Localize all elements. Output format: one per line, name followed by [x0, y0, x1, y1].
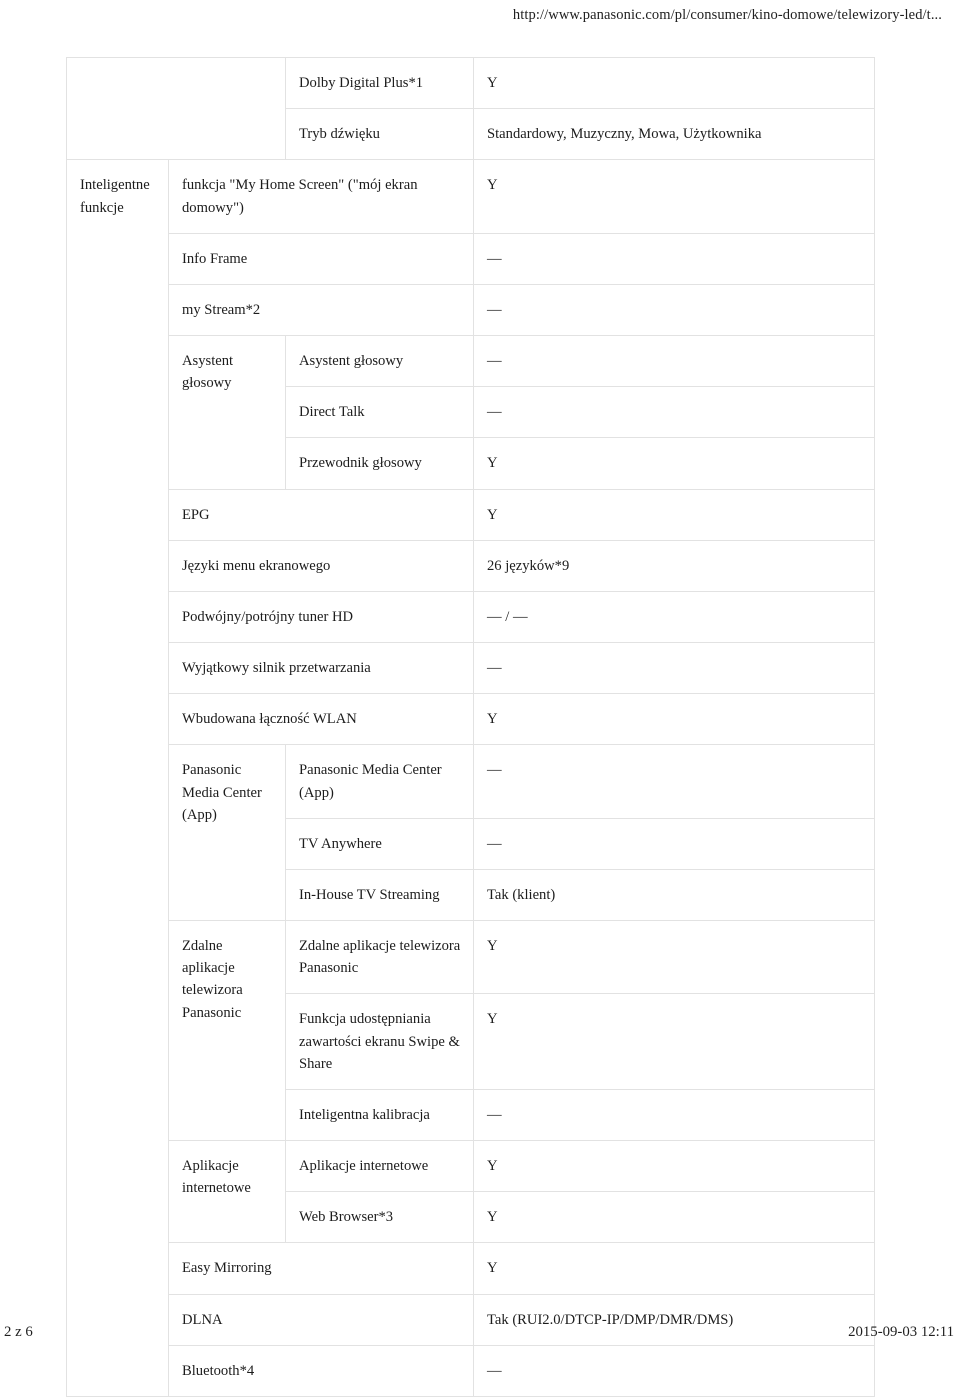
- row-value-zdalne-sub: Y: [473, 920, 875, 995]
- row-label-my-home-screen: funkcja "My Home Screen" ("mój ekran dom…: [168, 159, 474, 234]
- row-label-asystent-glosowy: Asystent głosowy: [285, 335, 474, 388]
- row-label-wlan: Wbudowana łączność WLAN: [168, 693, 474, 746]
- row-value-pmc-app: —: [473, 744, 875, 819]
- row-label-my-stream: my Stream*2: [168, 283, 474, 337]
- row-value-silnik: —: [473, 642, 875, 695]
- group-label-aplikacje-internetowe: Aplikacje internetowe: [168, 1140, 286, 1244]
- row-value-asystent-glosowy: —: [473, 335, 875, 388]
- row-label-direct-talk: Direct Talk: [285, 386, 474, 439]
- row-value-my-stream: —: [473, 283, 875, 337]
- group-label-inteligentne-funkcje: Inteligentne funkcje: [66, 159, 169, 1397]
- row-label-bluetooth: Bluetooth*4: [168, 1344, 474, 1397]
- row-value-tv-anywhere: —: [473, 817, 875, 870]
- row-label-inteligentna-kalibracja: Inteligentna kalibracja: [285, 1088, 474, 1142]
- group-label-panasonic-media-center: Panasonic Media Center (App): [168, 744, 286, 922]
- row-value-jezyki-menu: 26 języków*9: [473, 539, 875, 592]
- row-value-przewodnik-glosowy: Y: [473, 437, 875, 490]
- row-label-easy-mirroring: Easy Mirroring: [168, 1242, 474, 1295]
- specification-table: Dolby Digital Plus*1 Y Tryb dźwięku Stan…: [66, 56, 875, 1397]
- row-label-zdalne-sub: Zdalne aplikacje telewizora Panasonic: [285, 920, 474, 995]
- row-label-pmc-app: Panasonic Media Center (App): [285, 744, 474, 819]
- row-value-swipe-share: Y: [473, 993, 875, 1090]
- table-row: Dolby Digital Plus*1 Y: [66, 56, 875, 161]
- row-label-dolby: Dolby Digital Plus*1: [285, 56, 474, 110]
- row-label-tryb-dzwieku: Tryb dźwięku: [285, 108, 474, 161]
- row-value-epg: Y: [473, 488, 875, 541]
- row-value-in-house: Tak (klient): [473, 868, 875, 922]
- row-label-aplikacje-internetowe-sub: Aplikacje internetowe: [285, 1140, 474, 1193]
- row-value-bluetooth: —: [473, 1344, 875, 1397]
- row-label-info-frame: Info Frame: [168, 232, 474, 285]
- row-label-epg: EPG: [168, 488, 474, 541]
- row-value-dolby: Y: [473, 56, 875, 110]
- row-value-aplikacje-internetowe-sub: Y: [473, 1140, 875, 1193]
- row-value-tuner-hd: — / —: [473, 590, 875, 644]
- table-row: Inteligentne funkcje funkcja "My Home Sc…: [66, 159, 875, 1397]
- row-value-tryb-dzwieku: Standardowy, Muzyczny, Mowa, Użytkownika: [473, 108, 875, 161]
- row-value-web-browser: Y: [473, 1191, 875, 1244]
- row-label-silnik: Wyjątkowy silnik przetwarzania: [168, 642, 474, 695]
- row-value-inteligentna-kalibracja: —: [473, 1088, 875, 1142]
- page-header: http://www.panasonic.com/pl/consumer/kin…: [0, 0, 960, 46]
- page-indicator: 2 z 6: [4, 1324, 33, 1340]
- group-cell-empty: [66, 56, 286, 161]
- table-row: Panasonic Media Center (App) Panasonic M…: [67, 744, 875, 922]
- row-value-my-home-screen: Y: [473, 159, 875, 234]
- row-value-wlan: Y: [473, 693, 875, 746]
- table-row: Asystent głosowy Asystent głosowy —: [67, 335, 875, 490]
- row-label-tuner-hd: Podwójny/potrójny tuner HD: [168, 590, 474, 644]
- row-value-easy-mirroring: Y: [473, 1242, 875, 1295]
- row-label-przewodnik-glosowy: Przewodnik głosowy: [285, 437, 474, 490]
- table-row: Aplikacje internetowe Aplikacje internet…: [67, 1140, 875, 1244]
- print-timestamp: 2015-09-03 12:11: [848, 1324, 954, 1340]
- row-label-in-house: In-House TV Streaming: [285, 868, 474, 922]
- table-row: Zdalne aplikacje telewizora Panasonic Zd…: [67, 920, 875, 1142]
- group-label-asystent-glosowy: Asystent głosowy: [168, 335, 286, 490]
- row-label-web-browser: Web Browser*3: [285, 1191, 474, 1244]
- table-row: my Stream*2 —: [67, 283, 875, 337]
- table-row: Easy Mirroring Y: [67, 1242, 875, 1295]
- source-url: http://www.panasonic.com/pl/consumer/kin…: [512, 7, 942, 23]
- row-value-info-frame: —: [473, 232, 875, 285]
- page-footer: 2 z 6 2015-09-03 12:11: [0, 1324, 960, 1341]
- group-label-zdalne-aplikacje: Zdalne aplikacje telewizora Panasonic: [168, 920, 286, 1142]
- table-row: Podwójny/potrójny tuner HD — / —: [67, 590, 875, 644]
- row-label-tv-anywhere: TV Anywhere: [285, 817, 474, 870]
- row-label-swipe-share: Funkcja udostępniania zawartości ekranu …: [285, 993, 474, 1090]
- table-row: Info Frame —: [67, 232, 875, 285]
- table-row: Bluetooth*4 —: [67, 1344, 875, 1397]
- row-value-direct-talk: —: [473, 386, 875, 439]
- specification-table-container: Dolby Digital Plus*1 Y Tryb dźwięku Stan…: [66, 56, 875, 1397]
- table-row: Wbudowana łączność WLAN Y: [67, 693, 875, 746]
- row-label-jezyki-menu: Języki menu ekranowego: [168, 539, 474, 592]
- table-row: EPG Y: [67, 488, 875, 541]
- table-row: Języki menu ekranowego 26 języków*9: [67, 539, 875, 592]
- table-row: Wyjątkowy silnik przetwarzania —: [67, 642, 875, 695]
